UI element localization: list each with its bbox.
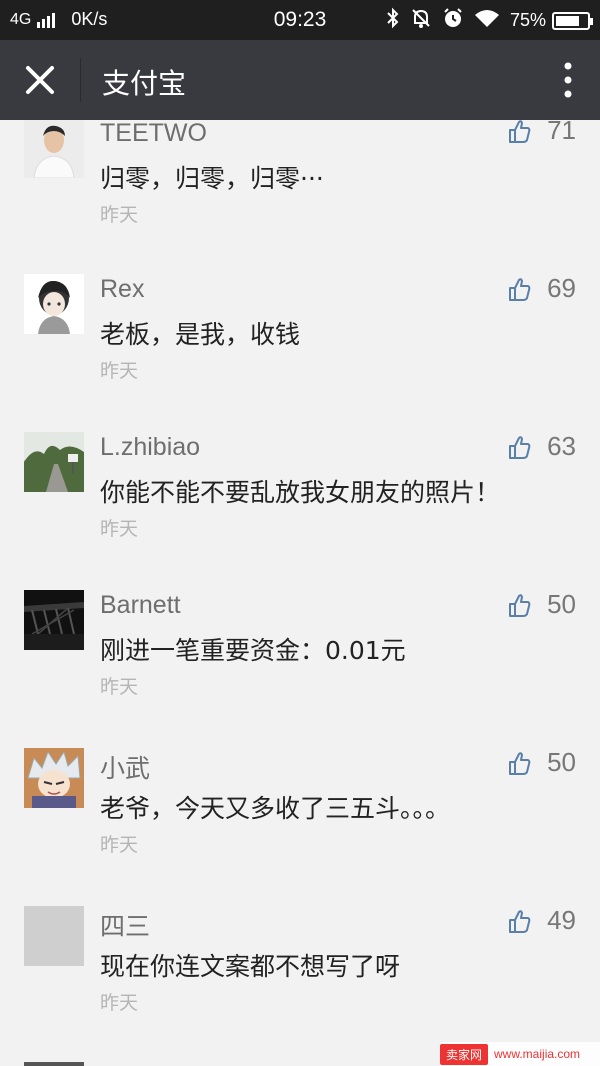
comment-author[interactable]: TEETWO: [100, 120, 207, 148]
comment-time: 昨天: [100, 518, 139, 540]
comment-item: 四三 现在你连文案都不想写了呀 昨天 49: [0, 877, 600, 1035]
watermark-url: www.maijia.com: [494, 1047, 581, 1061]
alarm-icon: [442, 7, 464, 34]
thumbs-up-icon: [509, 593, 531, 617]
like-button[interactable]: 63: [509, 431, 576, 462]
thumbs-up-icon: [509, 435, 531, 459]
battery-percent: 75%: [509, 10, 546, 30]
comment-time: 昨天: [100, 834, 139, 856]
thumbs-up-icon: [509, 909, 531, 933]
comment-text: 老爷，今天又多收了三五斗。。。: [100, 794, 451, 823]
comment-item: 小武 老爷，今天又多收了三五斗。。。 昨天 50: [0, 719, 600, 877]
comment-author[interactable]: Barnett: [100, 591, 181, 620]
like-button[interactable]: 69: [509, 273, 576, 304]
comment-time: 昨天: [100, 992, 139, 1014]
page-title: 支付宝: [102, 67, 187, 100]
like-button[interactable]: 49: [509, 905, 576, 936]
comment-item: Barnett 刚进一笔重要资金：0.01元 昨天 50: [0, 561, 600, 719]
comment-text: 现在你连文案都不想写了呀: [100, 952, 401, 981]
like-button[interactable]: 71: [509, 120, 576, 146]
nav-bar: 支付宝: [0, 40, 600, 120]
comment-text: 老板，是我，收钱: [100, 320, 301, 349]
comment-time: 昨天: [100, 676, 139, 698]
comment-author[interactable]: Rex: [100, 275, 144, 304]
like-count: 69: [547, 273, 576, 303]
status-icons: 75%: [386, 7, 593, 34]
battery-icon: [552, 11, 593, 30]
comment-time: 昨天: [100, 204, 139, 226]
alarm-off-icon: [410, 7, 432, 34]
avatar[interactable]: [24, 1062, 84, 1066]
thumbs-up-icon: [509, 120, 531, 143]
like-count: 49: [547, 905, 576, 935]
comment-text: 刚进一笔重要资金：0.01元: [100, 636, 406, 665]
close-icon[interactable]: [20, 60, 60, 100]
thumbs-up-icon: [509, 277, 531, 301]
comment-item: TEETWO 归零，归零，归零··· 昨天 71: [0, 120, 600, 245]
more-vertical-icon[interactable]: [560, 62, 576, 98]
watermark-logo: 卖家网: [440, 1043, 489, 1065]
bluetooth-icon: [386, 7, 400, 34]
comment-list[interactable]: TEETWO 归零，归零，归零··· 昨天 71 Rex 老板，是我，收钱 昨天: [0, 120, 600, 1066]
like-count: 50: [547, 747, 576, 777]
like-button[interactable]: 50: [509, 747, 576, 778]
comment-time: 昨天: [100, 360, 139, 382]
thumbs-up-icon: [509, 751, 531, 775]
nav-divider: [80, 58, 81, 102]
like-count: 71: [547, 120, 576, 145]
wifi-icon: [474, 8, 500, 33]
avatar[interactable]: [24, 274, 84, 334]
comment-item: L.zhibiao 你能不能不要乱放我女朋友的照片！ 昨天 63: [0, 403, 600, 561]
like-count: 50: [547, 589, 576, 619]
comment-text: 你能不能不要乱放我女朋友的照片！: [100, 478, 501, 507]
comment-author[interactable]: 小武: [100, 749, 150, 785]
watermark: 卖家网 www.maijia.com: [440, 1042, 600, 1066]
avatar[interactable]: [24, 906, 84, 966]
like-button[interactable]: 50: [509, 589, 576, 620]
comment-item: Rex 老板，是我，收钱 昨天 69: [0, 245, 600, 403]
comment-author[interactable]: L.zhibiao: [100, 433, 200, 462]
avatar[interactable]: [24, 120, 84, 178]
avatar[interactable]: [24, 748, 84, 808]
like-count: 63: [547, 431, 576, 461]
comment-text: 归零，归零，归零···: [100, 164, 324, 193]
avatar[interactable]: [24, 590, 84, 650]
comment-author[interactable]: 四三: [100, 907, 150, 943]
status-bar: 4G 0K/s 09:23 75%: [0, 0, 600, 40]
avatar[interactable]: [24, 432, 84, 492]
